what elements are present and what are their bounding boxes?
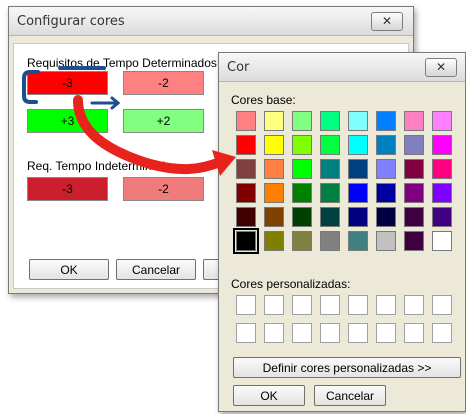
base-color-swatch[interactable] (376, 111, 396, 131)
base-color-swatch[interactable] (292, 135, 312, 155)
custom-color-swatch[interactable] (236, 323, 256, 343)
cor-dialog: Cor ✕ Cores base: Cores personalizadas: … (218, 52, 466, 412)
base-color-swatch[interactable] (348, 183, 368, 203)
base-color-swatch[interactable] (348, 159, 368, 179)
base-color-swatch[interactable] (320, 111, 340, 131)
base-color-swatch[interactable] (432, 111, 452, 131)
cor-ok-button[interactable]: OK (233, 385, 305, 406)
base-color-swatch[interactable] (404, 135, 424, 155)
base-color-swatch[interactable] (432, 183, 452, 203)
color-button-det-minus2[interactable]: -2 (123, 71, 204, 95)
base-color-grid (233, 111, 452, 254)
base-color-swatch[interactable] (404, 159, 424, 179)
custom-color-swatch[interactable] (404, 295, 424, 315)
base-color-swatch[interactable] (292, 111, 312, 131)
section-determinados-label: Requisitos de Tempo Determinados (27, 56, 217, 70)
custom-color-swatch[interactable] (292, 295, 312, 315)
base-colors-label: Cores base: (231, 93, 296, 107)
base-color-swatch[interactable] (264, 135, 284, 155)
base-color-swatch[interactable] (320, 183, 340, 203)
base-color-swatch[interactable] (264, 159, 284, 179)
base-color-swatch[interactable] (376, 183, 396, 203)
base-color-swatch[interactable] (348, 207, 368, 227)
custom-color-swatch[interactable] (236, 295, 256, 315)
cor-close-button[interactable]: ✕ (425, 58, 457, 77)
cor-cancel-button[interactable]: Cancelar (314, 385, 386, 406)
base-color-swatch[interactable] (376, 231, 396, 251)
base-color-swatch[interactable] (432, 231, 452, 251)
base-color-swatch[interactable] (264, 231, 284, 251)
base-color-swatch[interactable] (404, 183, 424, 203)
custom-color-swatch[interactable] (320, 323, 340, 343)
custom-color-swatch[interactable] (264, 295, 284, 315)
custom-color-swatch[interactable] (348, 323, 368, 343)
base-color-swatch[interactable] (432, 135, 452, 155)
color-button-indet-minus3[interactable]: -3 (27, 177, 108, 201)
base-color-swatch[interactable] (236, 159, 256, 179)
custom-color-swatch[interactable] (404, 323, 424, 343)
base-color-swatch[interactable] (404, 231, 424, 251)
base-color-swatch[interactable] (432, 159, 452, 179)
custom-color-swatch[interactable] (432, 323, 452, 343)
config-ok-button[interactable]: OK (29, 259, 109, 280)
custom-colors-label: Cores personalizadas: (231, 277, 351, 291)
cor-dialog-title: Cor (227, 60, 250, 75)
base-color-swatch[interactable] (320, 135, 340, 155)
cor-titlebar: Cor ✕ (219, 53, 465, 82)
custom-color-grid (236, 295, 452, 343)
base-color-swatch[interactable] (404, 207, 424, 227)
config-window-title: Configurar cores (17, 14, 125, 29)
color-button-det-minus3[interactable]: -3 (27, 71, 108, 95)
base-color-swatch[interactable] (320, 231, 340, 251)
base-color-swatch[interactable] (236, 135, 256, 155)
custom-color-swatch[interactable] (432, 295, 452, 315)
custom-color-swatch[interactable] (348, 295, 368, 315)
color-button-indet-minus2[interactable]: -2 (123, 177, 204, 201)
custom-color-swatch[interactable] (376, 295, 396, 315)
config-close-button[interactable]: ✕ (371, 12, 403, 31)
custom-color-swatch[interactable] (320, 295, 340, 315)
color-button-det-plus2[interactable]: +2 (123, 109, 204, 133)
base-color-swatch[interactable] (320, 159, 340, 179)
base-color-swatch[interactable] (236, 111, 256, 131)
base-color-swatch[interactable] (292, 207, 312, 227)
base-color-swatch[interactable] (236, 207, 256, 227)
base-color-swatch[interactable] (348, 135, 368, 155)
base-color-swatch[interactable] (348, 111, 368, 131)
custom-color-swatch[interactable] (292, 323, 312, 343)
base-color-swatch[interactable] (376, 135, 396, 155)
base-color-swatch[interactable] (236, 183, 256, 203)
base-color-swatch[interactable] (348, 231, 368, 251)
base-color-swatch[interactable] (376, 207, 396, 227)
base-color-swatch[interactable] (264, 111, 284, 131)
base-color-swatch[interactable] (264, 183, 284, 203)
base-color-swatch[interactable] (432, 207, 452, 227)
base-color-swatch[interactable] (404, 111, 424, 131)
base-color-swatch[interactable] (292, 159, 312, 179)
color-button-det-plus3[interactable]: +3 (27, 109, 108, 133)
config-cancel-button[interactable]: Cancelar (116, 259, 196, 280)
config-titlebar: Configurar cores ✕ (9, 7, 413, 36)
base-color-swatch[interactable] (292, 183, 312, 203)
base-color-swatch[interactable] (376, 159, 396, 179)
base-color-swatch[interactable] (233, 228, 259, 254)
section-indeterminados-label: Req. Tempo Indeterminados (27, 159, 178, 173)
base-color-swatch[interactable] (292, 231, 312, 251)
custom-color-swatch[interactable] (264, 323, 284, 343)
base-color-swatch[interactable] (264, 207, 284, 227)
custom-color-swatch[interactable] (376, 323, 396, 343)
base-color-swatch[interactable] (320, 207, 340, 227)
define-custom-colors-button[interactable]: Definir cores personalizadas >> (233, 357, 461, 378)
